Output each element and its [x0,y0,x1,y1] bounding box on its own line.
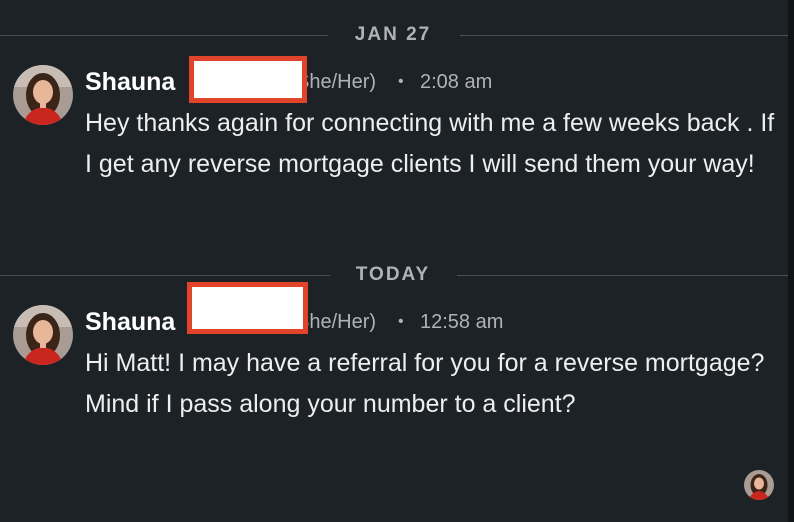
divider-line-left [0,275,330,276]
redaction-box [189,56,307,103]
message-timestamp: 2:08 am [420,71,493,93]
window-edge [788,0,794,522]
divider-line-left [0,35,328,36]
date-divider-label: TODAY [355,264,431,285]
date-divider-label: JAN 27 [354,24,432,45]
date-divider-today: TODAY [0,265,788,285]
sender-pronoun: She/Her) [296,71,377,93]
sender-pronoun: She/Her) [296,311,377,333]
meta-separator: • [398,73,404,90]
divider-line-right [460,35,788,36]
redaction-box [187,282,308,334]
sender-name[interactable]: Shauna [85,307,175,337]
read-receipt-avatar [744,470,774,500]
sender-avatar[interactable] [13,65,73,125]
message-text: Hi Matt! I may have a referral for you f… [85,349,765,418]
message-timestamp: 12:58 am [420,311,504,333]
read-receipt-icon [744,470,774,500]
meta-separator: • [398,313,404,330]
conversation-thread: JAN 27 Shauna She/Her) • 2:08 am Hey tha… [0,0,794,522]
date-divider-jan27: JAN 27 [0,25,788,45]
sender-avatar[interactable] [13,305,73,365]
divider-line-right [457,275,788,276]
message-text: Hey thanks again for connecting with me … [85,109,775,178]
profile-photo-icon [13,305,73,365]
profile-photo-icon [13,65,73,125]
sender-name[interactable]: Shauna [85,67,175,97]
